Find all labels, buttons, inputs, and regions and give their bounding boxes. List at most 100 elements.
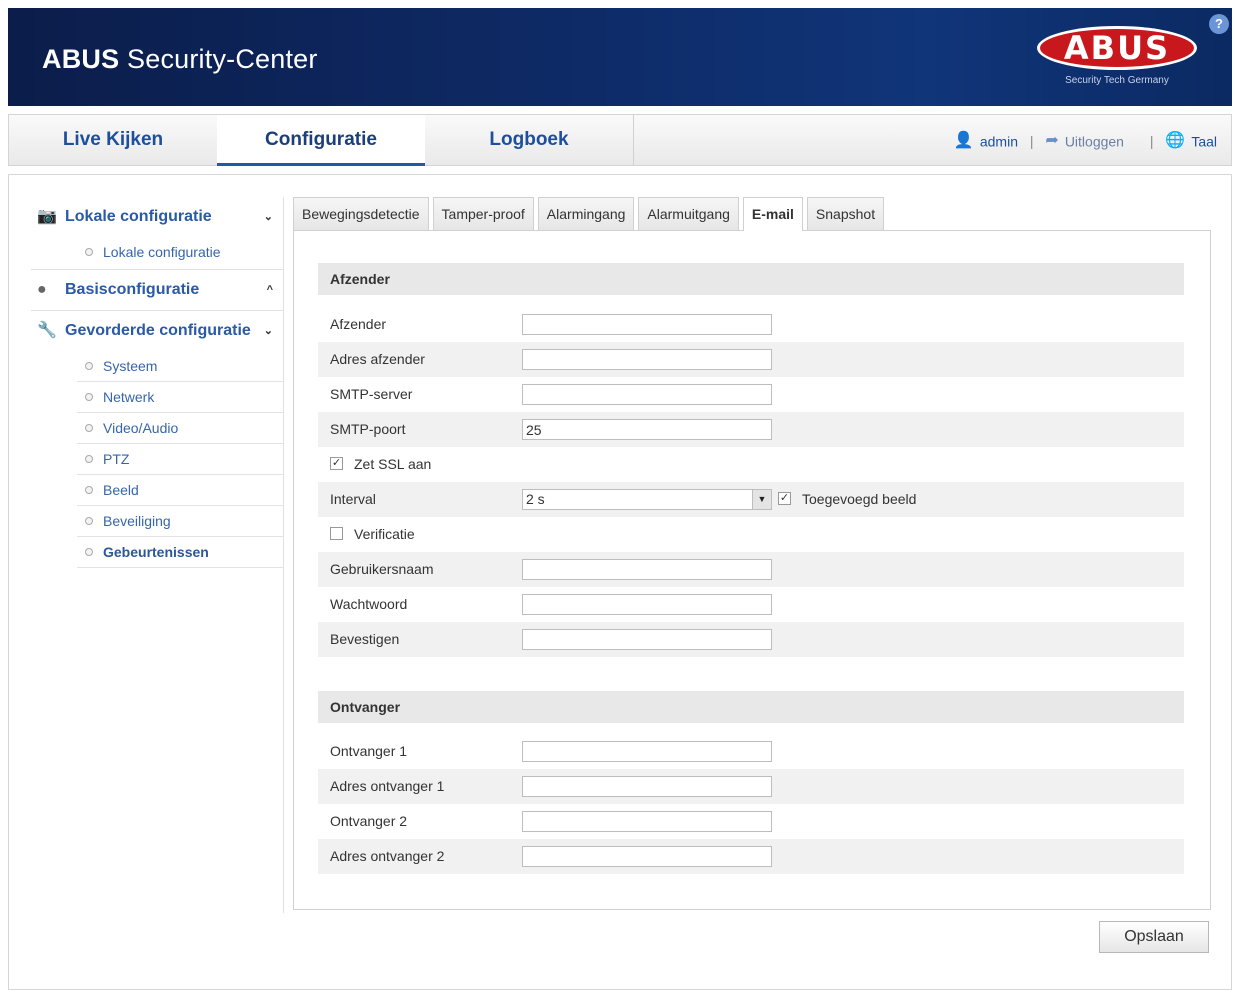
logo-tagline: Security Tech Germany [1065,75,1169,86]
save-button[interactable]: Opslaan [1099,921,1209,953]
dropdown-arrow-icon[interactable]: ▼ [752,490,771,509]
logout-icon[interactable]: ➦ [1045,116,1058,166]
tab-alarm-output[interactable]: Alarmuitgang [638,197,739,230]
sidebar-item-label: PTZ [103,451,130,467]
sidebar-item-label: Systeem [103,358,158,374]
username-input[interactable] [522,559,772,580]
globe-icon[interactable]: 🌐 [1165,116,1185,166]
ssl-label: Zet SSL aan [354,456,432,472]
chevron-down-icon: ⌄ [263,211,273,223]
user-bar: 👤 admin | ➦ Uitloggen | 🌐 Taal [954,115,1217,165]
sender-address-input[interactable] [522,349,772,370]
ssl-checkbox[interactable]: ✓ [330,457,343,470]
nav-tab-log[interactable]: Logboek [425,115,633,165]
tab-motion-detection[interactable]: Bewegingsdetectie [293,197,429,230]
nav-tab-live-view[interactable]: Live Kijken [9,115,217,165]
smtp-server-row: SMTP-server [318,377,1184,412]
sidebar-item-local-config[interactable]: Lokale configuratie [77,237,283,267]
receiver2-row: Ontvanger 2 [318,804,1184,839]
language-link[interactable]: Taal [1191,133,1217,149]
username-row: Gebruikersnaam [318,552,1184,587]
sender-label: Afzender [330,316,387,332]
sidebar-item-network[interactable]: Netwerk [77,382,283,413]
chevron-down-icon: ⌄ [263,325,273,337]
attached-image-label: Toegevoegd beeld [802,491,917,507]
interval-label: Interval [330,491,376,507]
sidebar-group-basic-config[interactable]: ● Basisconfiguratie ^ [31,270,283,310]
sidebar-item-security[interactable]: Beveiliging [77,506,283,537]
verification-checkbox[interactable] [330,527,343,540]
sidebar-item-label: Video/Audio [103,420,179,436]
sidebar-item-label: Beeld [103,482,139,498]
confirm-input[interactable] [522,629,772,650]
chevron-up-icon: ^ [266,284,273,296]
smtp-server-input[interactable] [522,384,772,405]
sidebar-item-video-audio[interactable]: Video/Audio [77,413,283,444]
sidebar-item-label: Netwerk [103,389,155,405]
sidebar-item-label: Gebeurtenissen [103,544,209,560]
email-settings-panel: Afzender Afzender Adres afzender SMTP-se… [293,230,1211,910]
sidebar-item-system[interactable]: Systeem [77,351,283,382]
sender-input[interactable] [522,314,772,335]
nav-tab-configuration[interactable]: Configuratie [217,115,425,166]
event-tabs: Bewegingsdetectie Tamper-proof Alarminga… [293,197,888,231]
sidebar-group-label: Basisconfiguratie [65,281,200,298]
logout-link[interactable]: Uitloggen [1065,133,1124,149]
separator: | [1029,133,1034,150]
password-label: Wachtwoord [330,596,408,612]
smtp-port-label: SMTP-poort [330,421,406,437]
confirm-row: Bevestigen [318,622,1184,657]
sidebar-item-label: Beveiliging [103,513,171,529]
sender-address-label: Adres afzender [330,351,425,367]
bullet-icon [85,393,93,401]
tab-alarm-input[interactable]: Alarmingang [537,197,635,230]
separator: | [1149,133,1154,150]
tab-email[interactable]: E-mail [742,197,803,231]
attached-image-checkbox[interactable]: ✓ [778,492,791,505]
receiver2-input[interactable] [522,811,772,832]
camera-icon: 📷 [37,208,57,225]
sidebar-divider [283,197,284,913]
section-sender-title: Afzender [318,263,1184,295]
sender-row: Afzender [318,307,1184,342]
interval-select[interactable]: 2 s ▼ [522,489,772,510]
bullet-icon [85,362,93,370]
sidebar-item-label: Lokale configuratie [103,244,221,260]
sender-address-row: Adres afzender [318,342,1184,377]
abus-logo: ABUS Security Tech Germany [1032,26,1202,100]
sidebar-group-advanced-config[interactable]: 🔧 Gevorderde configuratie ⌄ [31,311,283,351]
sidebar-group-label: Gevorderde configuratie [65,322,251,339]
app-header: ABUS Security-Center ABUS Security Tech … [8,8,1232,106]
tab-snapshot[interactable]: Snapshot [806,197,885,230]
receiver2-address-label: Adres ontvanger 2 [330,848,445,864]
sidebar-item-events[interactable]: Gebeurtenissen [77,537,283,568]
help-icon[interactable]: ? [1209,14,1229,34]
user-icon: 👤 [953,132,974,150]
main-navigation: Live Kijken Configuratie Logboek 👤 admin … [8,114,1232,166]
smtp-port-input[interactable] [522,419,772,440]
globe-icon: ● [37,281,47,298]
smtp-port-row: SMTP-poort [318,412,1184,447]
app-title-text: Security-Center [119,44,318,74]
logo-wordmark: ABUS [1037,26,1197,70]
tab-tamper-proof[interactable]: Tamper-proof [432,197,534,230]
bullet-icon [85,548,93,556]
receiver2-address-input[interactable] [522,846,772,867]
receiver2-label: Ontvanger 2 [330,813,408,829]
receiver1-address-input[interactable] [522,776,772,797]
wrench-icon: 🔧 [37,322,57,339]
receiver1-row: Ontvanger 1 [318,734,1184,769]
verification-row: Verificatie [318,517,1184,552]
sidebar-item-image[interactable]: Beeld [77,475,283,506]
receiver2-address-row: Adres ontvanger 2 [318,839,1184,874]
password-input[interactable] [522,594,772,615]
sidebar-item-ptz[interactable]: PTZ [77,444,283,475]
receiver1-input[interactable] [522,741,772,762]
sidebar-group-label: Lokale configuratie [65,208,212,225]
nav-divider [633,115,634,165]
bullet-icon [85,455,93,463]
receiver1-address-row: Adres ontvanger 1 [318,769,1184,804]
sidebar: 📷 Lokale configuratie ⌄ Lokale configura… [31,197,283,568]
bullet-icon [85,248,93,256]
sidebar-group-local-config[interactable]: 📷 Lokale configuratie ⌄ [31,197,283,237]
